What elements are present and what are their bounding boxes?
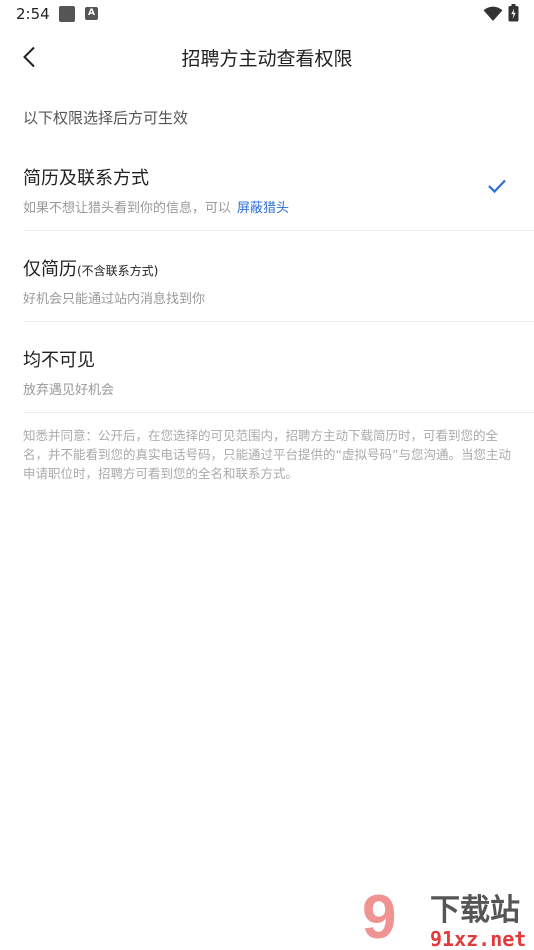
option-resume-and-contact[interactable]: 简历及联系方式 如果不想让猎头看到你的信息，可以 屏蔽猎头 [0, 150, 534, 231]
nav-bar: 招聘方主动查看权限 [0, 32, 534, 80]
svg-text:91xz.net: 91xz.net [430, 927, 526, 950]
svg-text:9: 9 [362, 884, 396, 950]
svg-text:下载站: 下载站 [430, 893, 520, 928]
block-headhunter-link[interactable]: 屏蔽猎头 [237, 201, 289, 216]
option-title: 仅简历(不含联系方式) [23, 259, 159, 280]
option-title: 简历及联系方式 [23, 168, 149, 189]
option-subtitle: 好机会只能通过站内消息找到你 [23, 292, 206, 307]
option-title-note: (不含联系方式) [77, 264, 159, 278]
option-subtitle: 放弃遇见好机会 [23, 383, 115, 398]
notification-a-icon: A [85, 7, 98, 20]
option-invisible[interactable]: 均不可见 放弃遇见好机会 [0, 334, 534, 414]
consent-notice: 知悉并同意：公开后，在您选择的可见范围内，招聘方主动下载简历时，可看到您的全名，… [23, 428, 511, 481]
divider [23, 412, 534, 413]
page-title: 招聘方主动查看权限 [181, 48, 353, 70]
option-subtitle: 如果不想让猎头看到你的信息，可以 屏蔽猎头 [23, 201, 290, 216]
battery-icon [508, 4, 519, 22]
notification-square-icon [59, 6, 75, 22]
watermark-logo: 9 下载站 91xz.net [362, 884, 526, 950]
option-resume-only[interactable]: 仅简历(不含联系方式) 好机会只能通过站内消息找到你 [0, 243, 534, 323]
divider [23, 321, 534, 322]
hint-text: 以下权限选择后方可生效 [23, 109, 189, 127]
divider [23, 230, 534, 231]
check-icon [488, 179, 506, 194]
status-bar: 2:54 A [0, 0, 534, 28]
status-time: 2:54 [16, 5, 50, 23]
option-title: 均不可见 [23, 350, 95, 371]
wifi-icon [483, 6, 503, 21]
